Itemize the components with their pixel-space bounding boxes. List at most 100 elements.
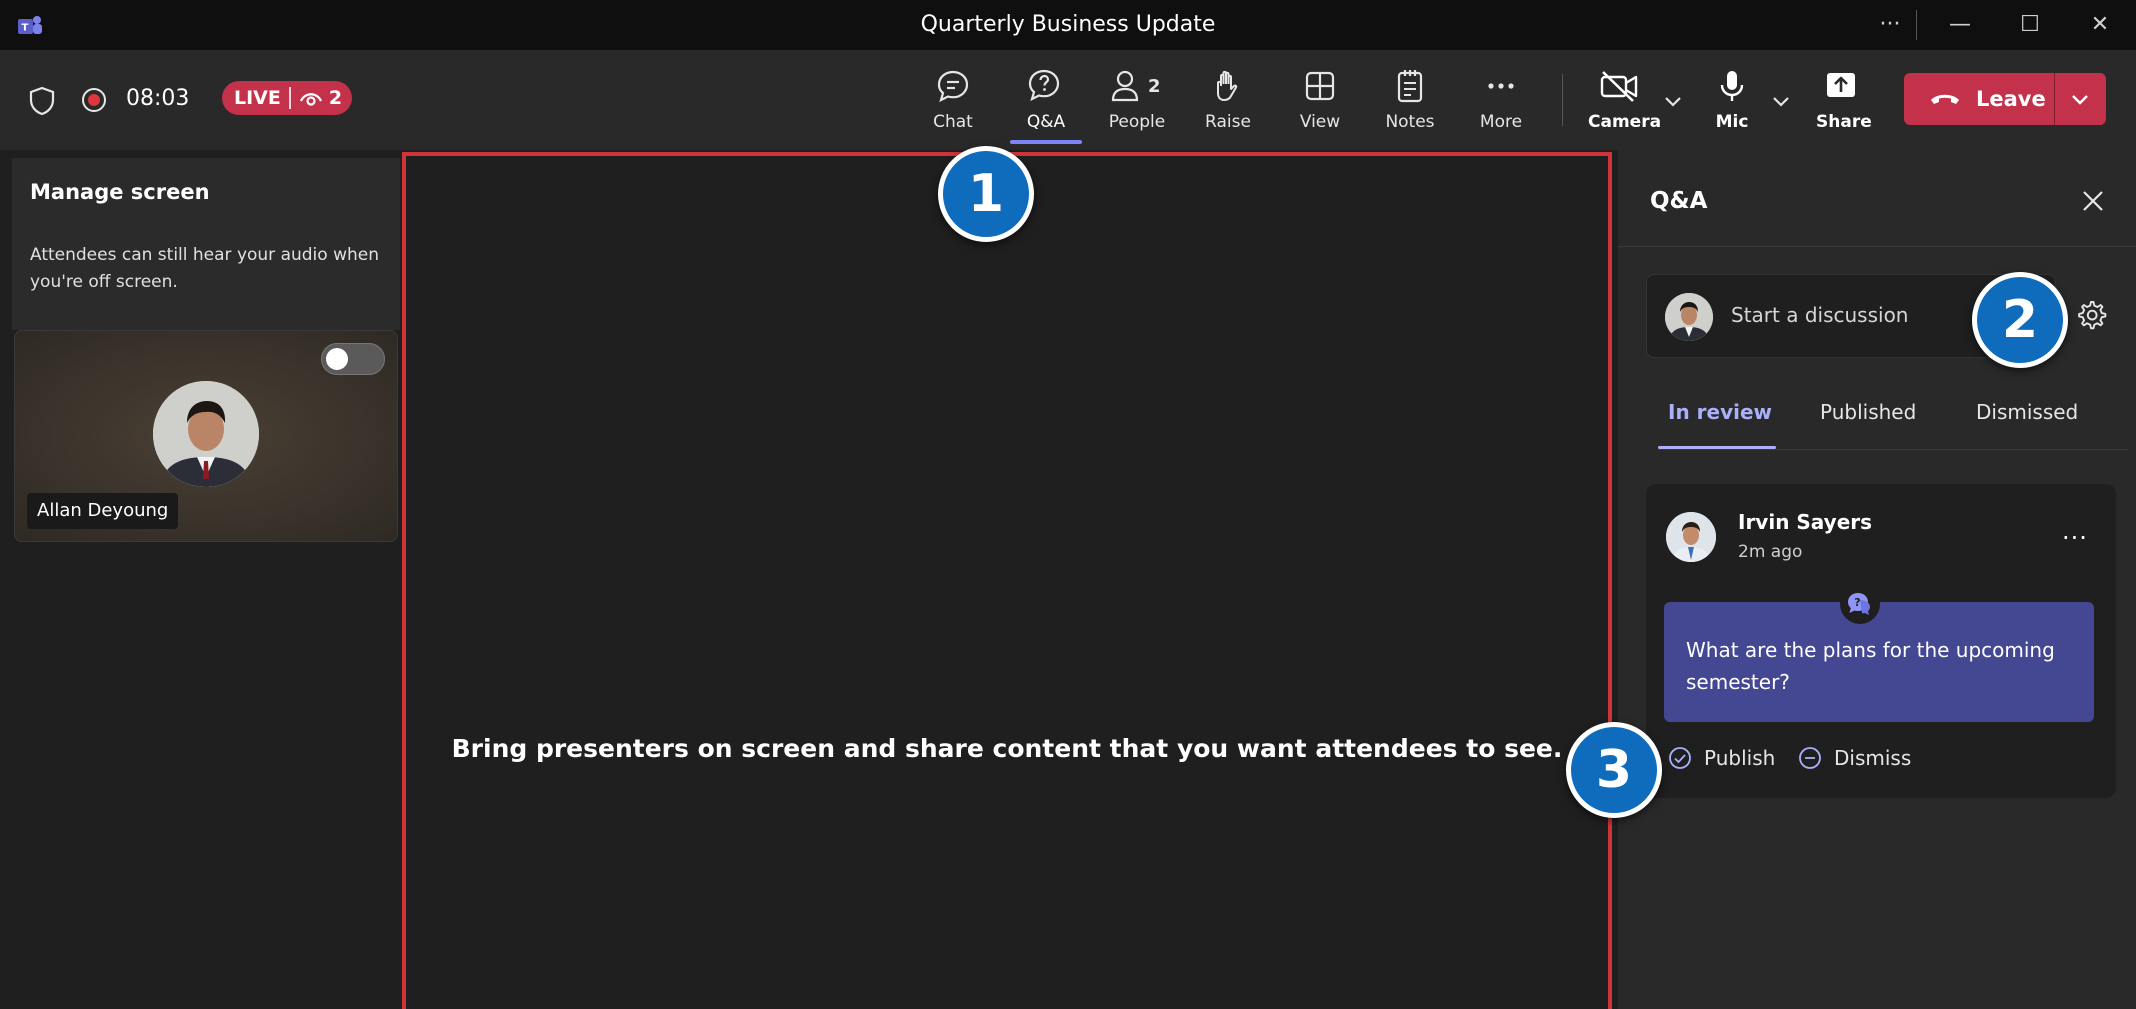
people-icon <box>1111 70 1139 102</box>
camera-options-chevron-icon[interactable] <box>1662 90 1684 112</box>
close-window-button[interactable]: ✕ <box>2080 10 2120 40</box>
chat-label: Chat <box>933 112 973 132</box>
qa-panel-title: Q&A <box>1650 188 1708 214</box>
leave-options-button[interactable] <box>2055 73 2105 125</box>
tab-dismissed[interactable]: Dismissed <box>1976 400 2078 424</box>
share-label: Share <box>1816 112 1872 132</box>
on-screen-toggle[interactable] <box>321 343 385 375</box>
live-separator <box>288 87 291 109</box>
recording-icon <box>82 88 106 112</box>
question-text: What are the plans for the upcoming seme… <box>1686 638 2055 694</box>
window-more-button[interactable]: ··· <box>1870 10 1910 40</box>
title-bar: T Quarterly Business Update ··· — ☐ ✕ <box>0 0 2136 50</box>
qa-panel: Q&A Start a discussion In review Publish… <box>1618 150 2136 1009</box>
publish-label: Publish <box>1704 746 1776 770</box>
chat-icon <box>937 70 969 103</box>
shield-icon[interactable] <box>28 86 56 116</box>
presenter-video-tile[interactable]: Allan Deyoung <box>14 330 398 542</box>
stage-message: Bring presenters on screen and share con… <box>451 734 1563 763</box>
people-count: 2 <box>1148 76 1161 97</box>
minimize-button[interactable]: — <box>1940 10 1980 40</box>
presentation-stage: Bring presenters on screen and share con… <box>402 152 1612 1009</box>
tabs-divider <box>1658 449 2128 450</box>
live-label: LIVE <box>234 87 281 109</box>
live-badge: LIVE 2 <box>222 81 352 115</box>
leave-button[interactable]: Leave <box>1904 73 2054 125</box>
manage-screen-description: Attendees can still hear your audio when… <box>30 245 379 292</box>
close-icon[interactable] <box>2078 186 2108 216</box>
gear-icon[interactable] <box>2074 298 2108 332</box>
window-title: Quarterly Business Update <box>920 12 1216 37</box>
question-bubble: What are the plans for the upcoming seme… <box>1664 602 2094 722</box>
chat-button[interactable]: Chat <box>928 68 978 146</box>
toolbar-divider <box>1562 74 1563 126</box>
person-photo-icon <box>153 381 259 487</box>
leave-label: Leave <box>1976 87 2046 111</box>
active-tab-indicator <box>1658 446 1776 449</box>
more-icon <box>1488 83 1514 89</box>
camera-button[interactable]: Camera <box>1588 68 1662 146</box>
mic-icon <box>1720 71 1744 101</box>
dismiss-label: Dismiss <box>1834 746 1912 770</box>
qa-label: Q&A <box>1026 112 1066 132</box>
mic-options-chevron-icon[interactable] <box>1770 90 1792 112</box>
tab-in-review[interactable]: In review <box>1668 400 1772 424</box>
qa-tabs: In review Published Dismissed <box>1658 388 2128 442</box>
camera-off-icon <box>1600 71 1638 102</box>
dismiss-button[interactable]: Dismiss <box>1798 746 1911 770</box>
meeting-timer: 08:03 <box>126 86 190 111</box>
question-card: Irvin Sayers 2m ago ··· What are the pla… <box>1646 484 2116 798</box>
hang-up-icon <box>1931 94 1959 104</box>
leave-button-group: Leave <box>1904 73 2106 125</box>
share-icon <box>1827 73 1855 97</box>
manage-screen-title: Manage screen <box>30 180 210 204</box>
notes-button[interactable]: Notes <box>1384 68 1436 146</box>
people-label: People <box>1108 112 1166 132</box>
viewers-eye-icon <box>299 93 322 106</box>
view-button[interactable]: View <box>1298 68 1342 146</box>
raise-hand-button[interactable]: Raise <box>1200 68 1256 146</box>
manage-screen-panel: Manage screen Attendees can still hear y… <box>0 150 402 1009</box>
share-button[interactable]: Share <box>1816 68 1872 146</box>
presenter-name: Allan Deyoung <box>27 493 179 529</box>
presenter-avatar <box>153 381 259 487</box>
more-label: More <box>1479 112 1523 132</box>
person-photo-icon <box>1665 293 1713 341</box>
check-circle-icon <box>1669 747 1691 769</box>
person-photo-icon <box>1666 512 1716 562</box>
meeting-toolbar: 08:03 LIVE 2 Chat Q&A People 2 Raise Vie… <box>0 50 2136 150</box>
question-bubble-icon: ? <box>1848 593 1870 615</box>
maximize-button[interactable]: ☐ <box>2010 10 2050 40</box>
tab-published[interactable]: Published <box>1820 400 1916 424</box>
notes-icon <box>1397 70 1423 103</box>
qa-active-indicator <box>1010 140 1082 144</box>
title-separator <box>1916 10 1917 40</box>
svg-text:?: ? <box>1854 596 1860 609</box>
qa-header-divider <box>1618 246 2136 247</box>
more-button[interactable]: More <box>1478 68 1524 146</box>
raise-hand-icon <box>1217 70 1238 101</box>
viewer-count: 2 <box>328 87 343 109</box>
question-author: Irvin Sayers <box>1738 510 1873 534</box>
question-time: 2m ago <box>1738 542 1803 562</box>
camera-label: Camera <box>1588 112 1662 132</box>
qa-button[interactable]: Q&A <box>1020 68 1072 146</box>
chevron-down-icon <box>2072 95 2088 105</box>
discussion-placeholder: Start a discussion <box>1731 303 1909 327</box>
user-avatar <box>1665 293 1713 341</box>
question-author-avatar <box>1666 512 1716 562</box>
publish-button[interactable]: Publish <box>1668 746 1775 770</box>
mic-button[interactable]: Mic <box>1714 68 1750 146</box>
raise-label: Raise <box>1205 112 1251 132</box>
question-badge: ? <box>1840 584 1880 624</box>
mic-label: Mic <box>1715 112 1749 132</box>
view-label: View <box>1299 112 1341 132</box>
callout-1: 1 <box>938 146 1034 242</box>
qa-icon <box>1028 69 1060 102</box>
callout-3: 3 <box>1566 722 1662 818</box>
notes-label: Notes <box>1385 112 1435 132</box>
view-grid-icon <box>1305 71 1335 101</box>
callout-2: 2 <box>1972 272 2068 368</box>
question-more-button[interactable]: ··· <box>2062 524 2088 552</box>
minus-circle-icon <box>1799 747 1821 769</box>
